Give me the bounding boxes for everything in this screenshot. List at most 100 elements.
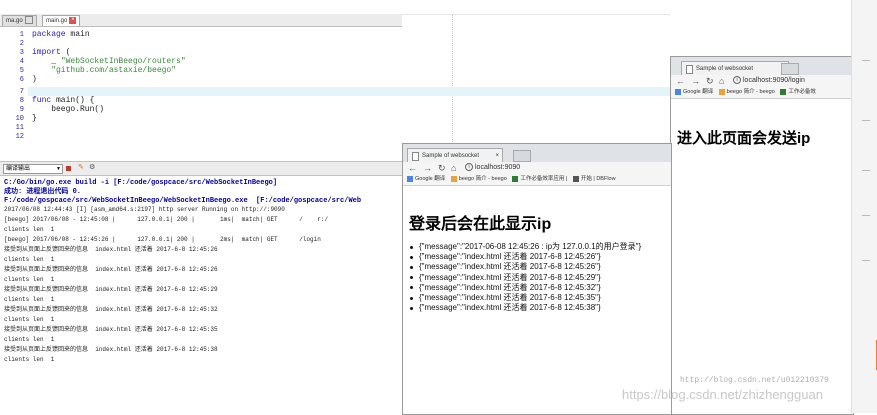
- console-line: clients len 1: [4, 336, 55, 343]
- beego-icon: [718, 88, 725, 95]
- forward-icon[interactable]: →: [691, 75, 700, 87]
- divider: [862, 120, 870, 121]
- divider: [862, 60, 870, 61]
- browser-window-main: Sample of websocket × ← → ↻ ⌂ i localhost…: [402, 143, 672, 415]
- console-line: 2017/06/08 12:44:43 [I] [asm_amd64.s:219…: [4, 206, 285, 213]
- console-line: 接受到从页面上反馈回来的信息 index.html 还活着 2017-6-8 1…: [4, 346, 218, 353]
- bookmark-item[interactable]: Google 翻译: [675, 87, 713, 98]
- console-line: clients len 1: [4, 276, 55, 283]
- code-keyword: import: [32, 48, 61, 57]
- new-tab-button[interactable]: [513, 150, 531, 162]
- page-icon: [686, 65, 693, 74]
- bookmark-item[interactable]: 开始 | DBFlow: [572, 174, 616, 185]
- editor-area-right[interactable]: [402, 14, 670, 158]
- code-text: (: [60, 48, 71, 57]
- line-number: 9: [19, 106, 24, 114]
- code-editor[interactable]: 1 2 3 4 5 6 7 8 9 10 11 12 package main …: [0, 27, 670, 157]
- code-text: main: [65, 30, 90, 39]
- translate-icon: [675, 88, 681, 95]
- bookmark-label: 工作必备效率应用 |: [520, 176, 568, 182]
- code-keyword: func: [32, 96, 52, 105]
- app-icon: [780, 88, 787, 95]
- bookmark-item[interactable]: 工作必备效: [780, 87, 816, 98]
- bookmark-icon: [572, 175, 579, 182]
- reload-icon[interactable]: ↻: [438, 162, 446, 174]
- bookmark-item[interactable]: beego 简介 - beego: [450, 174, 507, 185]
- console-line: clients len 1: [4, 296, 55, 303]
- console-line: 接受到从页面上反馈回来的信息 index.html 还活着 2017-6-8 1…: [4, 286, 218, 293]
- editor-tab-main-go[interactable]: main.go ×: [42, 15, 81, 26]
- output-select[interactable]: 编译输出 ▼: [3, 164, 63, 174]
- line-number: 7: [19, 88, 24, 96]
- console-line: 接受到从页面上反馈回来的信息 index.html 还活着 2017-6-8 1…: [4, 326, 218, 333]
- stop-icon[interactable]: [66, 166, 71, 171]
- bookmark-item[interactable]: Google 翻译: [407, 174, 445, 185]
- bookmark-label: Google 翻译: [683, 89, 714, 95]
- back-icon[interactable]: ←: [676, 75, 685, 87]
- code-text: _: [32, 57, 61, 66]
- list-item: {"message":"index.html 还活着 2017-6-8 12:4…: [409, 283, 641, 293]
- editor-tab-ma-go[interactable]: ma.go: [2, 15, 37, 26]
- divider: [862, 170, 870, 171]
- browser-tab-title: Sample of websocket: [422, 153, 480, 159]
- output-select-value: 编译输出: [6, 166, 31, 172]
- browser-tab-strip: Sample of websocket: [671, 57, 853, 76]
- code-line-1: package main: [32, 30, 90, 40]
- console-line: [beego] 2017/06/08 - 12:45:26 | 127.0.0.…: [4, 236, 321, 243]
- forward-icon[interactable]: →: [423, 162, 432, 174]
- line-number: 10: [15, 115, 24, 123]
- gear-icon[interactable]: ⚙: [89, 164, 95, 172]
- code-text: main() {: [51, 96, 95, 105]
- browser-toolbar: ← → ↻ ⌂ i localhost:9090/login: [671, 75, 853, 87]
- browser-tab[interactable]: Sample of websocket: [681, 61, 789, 76]
- console-line: 接受到从页面上反馈回来的信息 index.html 还活着 2017-6-8 1…: [4, 246, 218, 253]
- bookmarks-bar: Google 翻译 beego 简介 - beego 工作必备效: [671, 87, 853, 99]
- tab-close-icon[interactable]: [24, 16, 33, 25]
- address-bar[interactable]: i localhost:9090/login: [733, 76, 805, 85]
- console-toolbar: 编译输出 ▼ ✎ ⚙: [0, 161, 402, 176]
- console-output[interactable]: C:/Go/bin/go.exe build -i [F:/code/gospc…: [0, 176, 403, 393]
- bookmark-label: beego 简介 - beego: [726, 89, 775, 95]
- console-line: 成功: 进程退出代码 0.: [4, 188, 82, 196]
- list-item: {"message":"index.html 还活着 2017-6-8 12:4…: [409, 293, 641, 303]
- watermark-small: http://blog.csdn.net/u012210379: [680, 376, 829, 385]
- bookmark-item[interactable]: beego 简介 - beego: [718, 87, 775, 98]
- editor-tab-bar: ma.go main.go ×: [0, 14, 402, 27]
- translate-icon: [407, 175, 413, 182]
- broom-icon[interactable]: ✎: [78, 164, 84, 172]
- back-icon[interactable]: ←: [408, 162, 417, 174]
- bookmark-label: 工作必备效: [788, 89, 816, 95]
- console-line: clients len 1: [4, 356, 55, 363]
- console-line: [beego] 2017/06/08 - 12:45:08 | 127.0.0.…: [4, 216, 329, 223]
- address-bar[interactable]: i localhost:9090: [465, 163, 520, 172]
- info-icon: i: [465, 163, 473, 172]
- console-line: F:/code/gospcace/src/WebSocketInBeego/We…: [4, 197, 362, 205]
- list-item: {"message":"index.html 还活着 2017-6-8 12:4…: [409, 273, 641, 283]
- browser-tab[interactable]: Sample of websocket ×: [407, 148, 503, 163]
- console-line: C:/Go/bin/go.exe build -i [F:/code/gospc…: [4, 179, 278, 187]
- tab-close-icon[interactable]: ×: [69, 16, 77, 24]
- home-icon[interactable]: ⌂: [451, 162, 456, 174]
- divider: [862, 260, 870, 261]
- list-item: {"message":"index.html 还活着 2017-6-8 12:4…: [409, 262, 641, 272]
- page-heading: 登录后会在此显示ip: [409, 216, 552, 233]
- app-icon: [512, 175, 519, 182]
- close-icon[interactable]: ×: [495, 149, 499, 163]
- code-line-6: ): [32, 75, 37, 84]
- editor-tab-label: ma.go: [6, 18, 23, 24]
- console-line: clients len 1: [4, 316, 55, 323]
- console-line: clients len 1: [4, 226, 55, 233]
- browser-tab-strip: Sample of websocket ×: [403, 144, 671, 163]
- reload-icon[interactable]: ↻: [706, 75, 714, 87]
- line-number: 2: [19, 40, 24, 48]
- bookmark-label: Google 翻译: [415, 176, 446, 182]
- bookmark-item[interactable]: 工作必备效率应用 |: [512, 174, 567, 185]
- list-item: {"message":"index.html 还活着 2017-6-8 12:4…: [409, 252, 641, 262]
- bookmarks-bar: Google 翻译 beego 简介 - beego 工作必备效率应用 | 开始…: [403, 174, 671, 186]
- code-line-9: beego.Run(): [32, 105, 105, 114]
- watermark-large: https://blog.csdn.net/zhizhengguan: [622, 387, 823, 402]
- home-icon[interactable]: ⌂: [719, 75, 724, 87]
- line-number: 6: [19, 76, 24, 84]
- new-tab-button[interactable]: [781, 63, 799, 75]
- code-line-5: "github.com/astaxie/beego": [32, 66, 177, 75]
